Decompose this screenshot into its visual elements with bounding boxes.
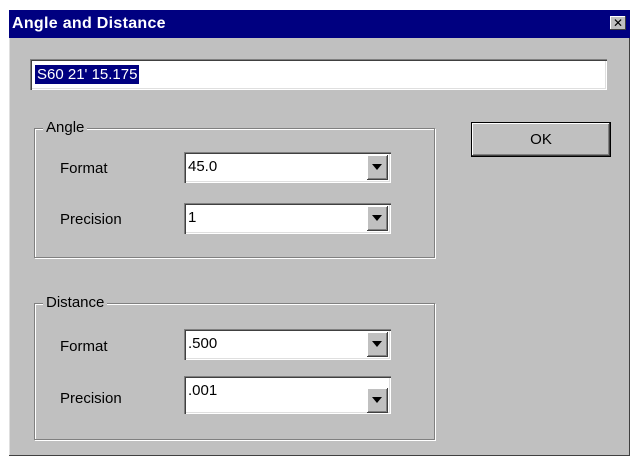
chevron-down-icon: [372, 164, 382, 170]
angle-format-label: Format: [60, 160, 108, 177]
chevron-down-icon: [372, 341, 382, 347]
angle-precision-label: Precision: [60, 211, 122, 228]
bearing-readout-value: S60 21' 15.175: [35, 65, 140, 84]
ok-button[interactable]: OK: [471, 122, 611, 157]
distance-format-label: Format: [60, 338, 108, 355]
angle-precision-select[interactable]: 1: [184, 203, 391, 234]
angle-format-value: 45.0: [188, 158, 218, 175]
angle-precision-dropdown-button[interactable]: [367, 206, 388, 231]
distance-format-value: .500: [188, 335, 218, 352]
distance-precision-value: .001: [188, 382, 218, 399]
distance-precision-dropdown-button[interactable]: [367, 388, 388, 413]
angle-precision-value: 1: [188, 209, 197, 226]
distance-format-dropdown-button[interactable]: [367, 332, 388, 357]
close-button[interactable]: ✕: [610, 16, 626, 30]
angle-group: Angle: [34, 119, 435, 258]
angle-group-label: Angle: [43, 119, 88, 136]
angle-format-select[interactable]: 45.0: [184, 152, 391, 183]
distance-precision-label: Precision: [60, 390, 122, 407]
distance-group-label: Distance: [43, 294, 108, 311]
chevron-down-icon: [372, 397, 382, 403]
chevron-down-icon: [372, 215, 382, 221]
angle-format-dropdown-button[interactable]: [367, 155, 388, 180]
title-bar[interactable]: Angle and Distance ✕: [9, 10, 630, 38]
distance-precision-select[interactable]: .001: [184, 376, 391, 414]
distance-group: Distance: [34, 294, 435, 440]
window-title: Angle and Distance: [12, 15, 166, 32]
close-icon: ✕: [612, 16, 624, 30]
bearing-readout-field[interactable]: S60 21' 15.175: [30, 59, 607, 90]
distance-format-select[interactable]: .500: [184, 329, 391, 360]
